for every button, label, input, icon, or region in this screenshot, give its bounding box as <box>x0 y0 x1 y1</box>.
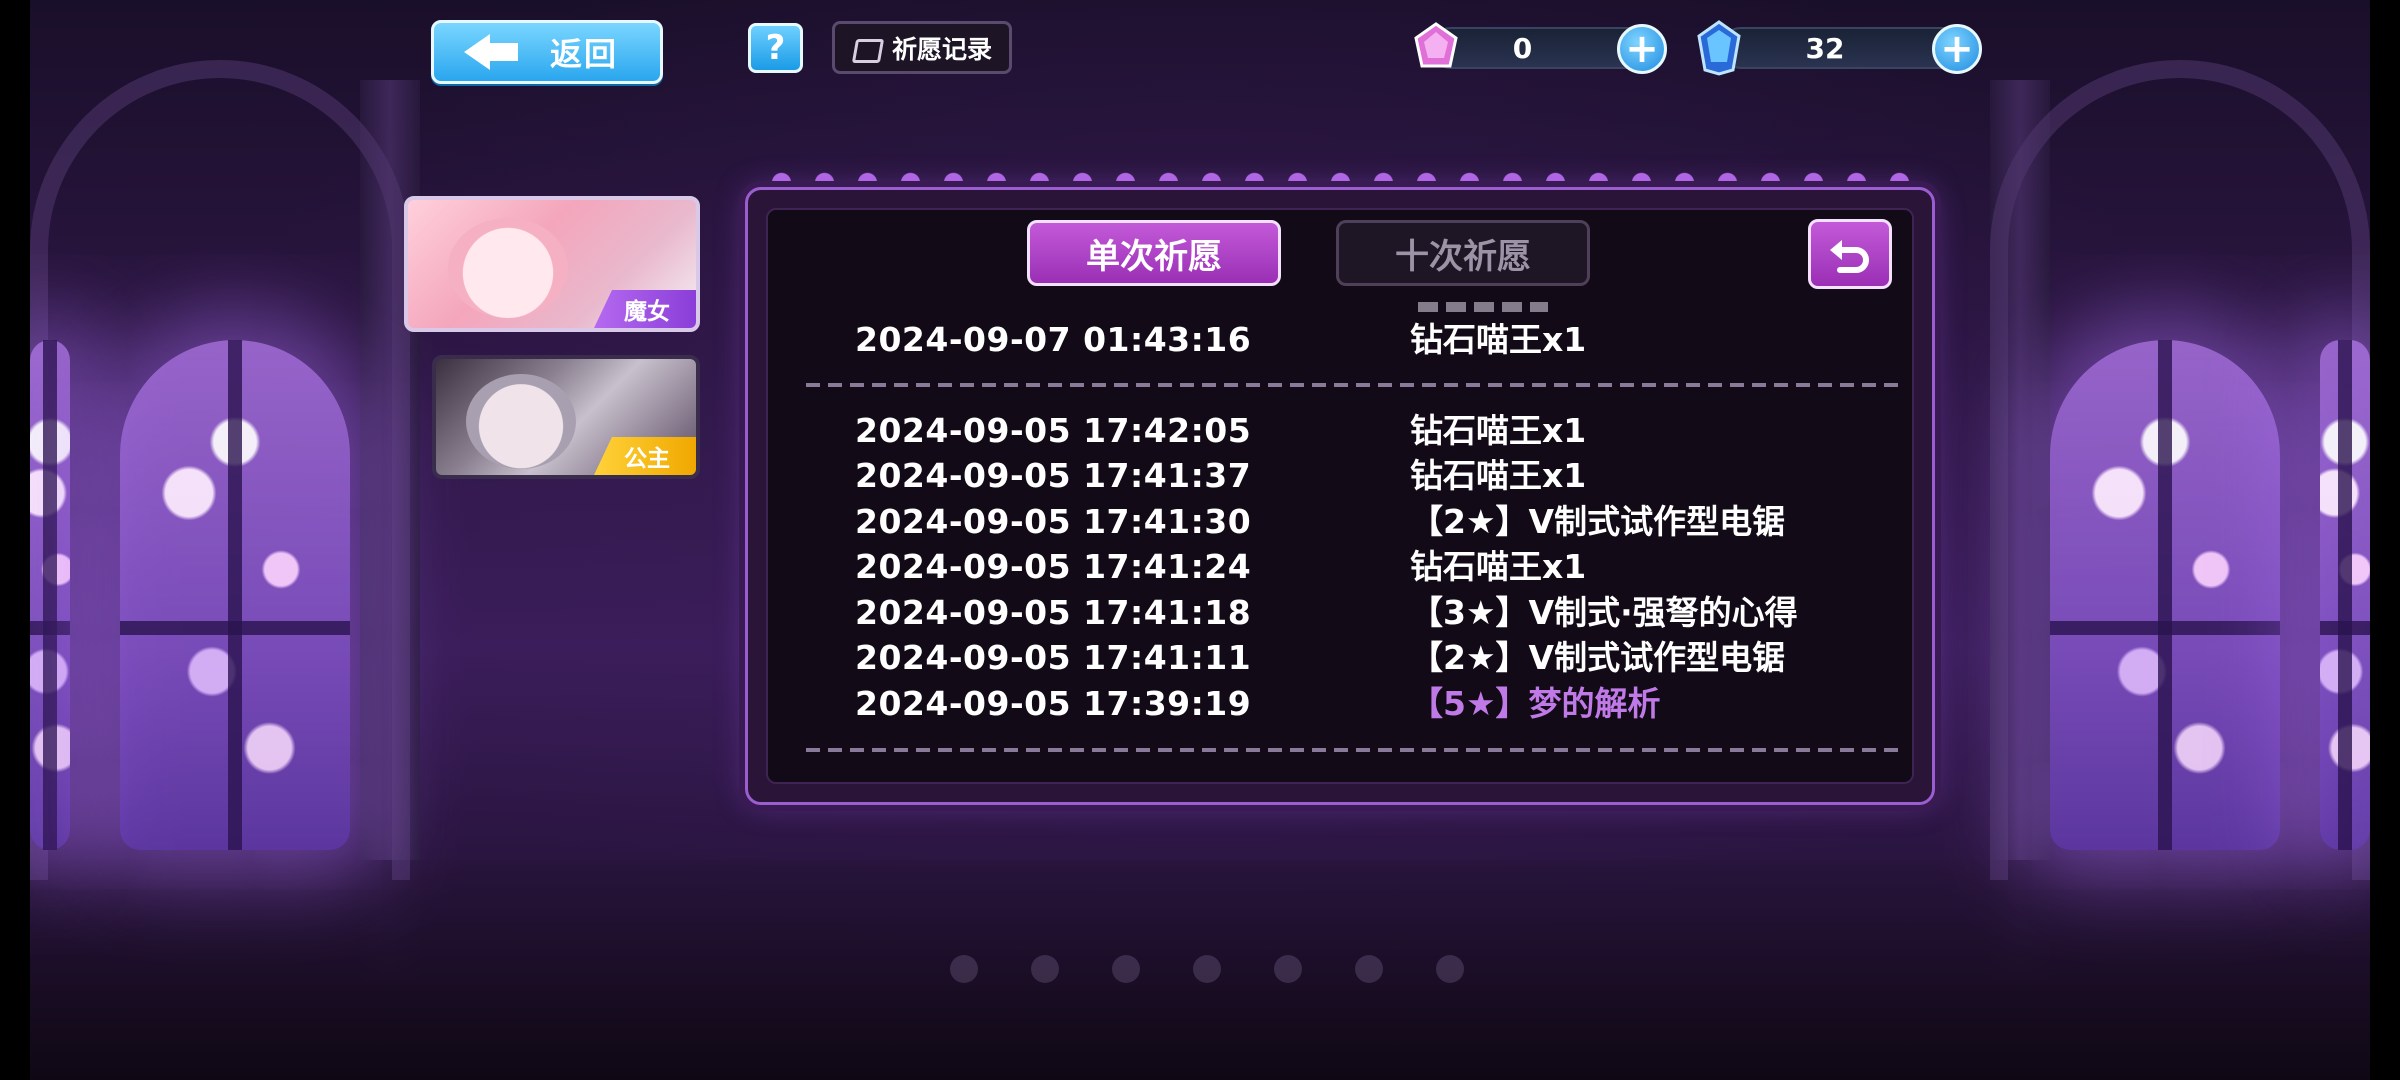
record-item: 钻石喵王x1 <box>1410 411 1587 450</box>
left-letterbox <box>0 0 30 1080</box>
help-button[interactable]: ? <box>748 23 803 73</box>
record-item: 【2★】V制式试作型电锯 <box>1410 638 1786 677</box>
tab-ten-wish[interactable]: 十次祈愿 <box>1336 220 1590 286</box>
record-time: 2024-09-05 17:41:11 <box>855 638 1252 677</box>
currency-value: 32 <box>1805 31 1845 65</box>
blue-crystal-icon <box>1697 20 1741 76</box>
wish-record-label: 祈愿记录 <box>891 34 992 64</box>
stained-glass-window <box>2050 340 2280 850</box>
add-pink-gem-button[interactable]: + <box>1617 24 1667 74</box>
record-item-rare: 【5★】梦的解析 <box>1410 684 1661 723</box>
back-button-label: 返回 <box>550 35 619 73</box>
stained-glass-window <box>120 340 350 850</box>
record-time: 2024-09-07 01:43:16 <box>855 320 1252 359</box>
dashed-divider <box>806 748 1906 752</box>
return-button[interactable] <box>1808 219 1892 289</box>
character-portrait <box>448 218 568 318</box>
quill-scroll-icon <box>852 35 882 61</box>
tab-single-wish[interactable]: 单次祈愿 <box>1027 220 1281 286</box>
character-card-witch[interactable]: 魔女 <box>404 196 700 332</box>
character-portrait <box>466 374 576 469</box>
record-time: 2024-09-05 17:41:18 <box>855 593 1252 632</box>
character-tag: 公主 <box>594 437 696 475</box>
record-time: 2024-09-05 17:41:37 <box>855 456 1252 495</box>
dashed-divider <box>806 383 1906 387</box>
wish-record-button[interactable]: 祈愿记录 <box>832 21 1012 74</box>
record-item: 钻石喵王x1 <box>1410 456 1587 495</box>
undo-arrow-icon <box>1830 240 1869 273</box>
add-blue-crystal-button[interactable]: + <box>1932 24 1982 74</box>
back-button[interactable]: 返回 <box>431 20 663 84</box>
record-item: 钻石喵王x1 <box>1410 547 1587 586</box>
record-time: 2024-09-05 17:42:05 <box>855 411 1252 450</box>
stained-glass-window <box>2320 340 2370 850</box>
character-tag: 魔女 <box>594 290 696 328</box>
currency-pink-gem: 0 + <box>1430 24 1667 74</box>
record-item: 【2★】V制式试作型电锯 <box>1410 502 1786 541</box>
pink-gem-icon <box>1414 22 1458 68</box>
floor-decoration <box>950 955 1464 983</box>
record-time: 2024-09-05 17:41:24 <box>855 547 1252 586</box>
character-card-princess[interactable]: 公主 <box>432 355 700 479</box>
clipped-row-fragment <box>1418 302 1548 312</box>
currency-blue-crystal: 32 + <box>1720 24 1982 74</box>
record-item: 【3★】V制式·强弩的心得 <box>1410 593 1798 632</box>
right-letterbox <box>2370 0 2400 1080</box>
record-item: 钻石喵王x1 <box>1410 320 1587 359</box>
stained-glass-window <box>30 340 70 850</box>
record-time: 2024-09-05 17:41:30 <box>855 502 1252 541</box>
back-arrow-icon <box>464 34 520 70</box>
record-time: 2024-09-05 17:39:19 <box>855 684 1252 723</box>
